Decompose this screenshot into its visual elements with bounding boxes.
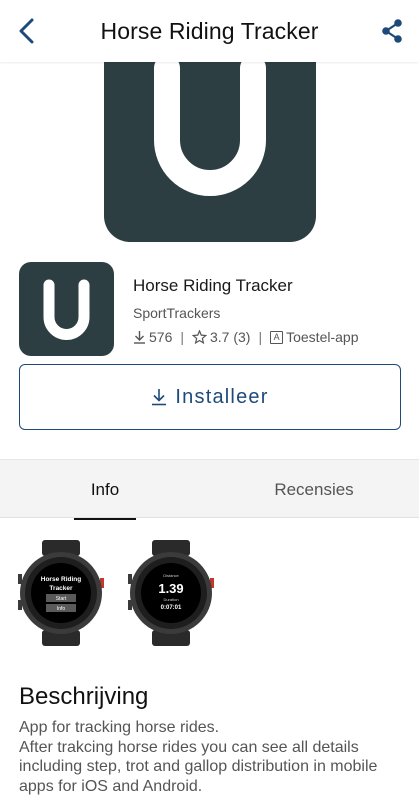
download-icon: [152, 389, 167, 406]
watch-title-line1: Horse Riding: [41, 576, 81, 583]
description-title: Beschrijving: [19, 683, 149, 710]
device-type: Toestel-app: [286, 329, 359, 345]
horseshoe-icon: [43, 279, 90, 340]
app-icon: [19, 262, 114, 356]
separator: |: [180, 329, 184, 345]
horseshoe-icon: [154, 55, 266, 196]
screenshot-watch-stats[interactable]: Distance 1.39 Duration 0:07:01: [128, 538, 214, 648]
rating-value: 3.7 (3): [210, 329, 251, 345]
install-label: Installeer: [175, 385, 269, 408]
download-count: 576: [149, 329, 173, 345]
chevron-left-icon: [19, 18, 34, 44]
watch-info-label: Info: [57, 606, 66, 612]
tab-reviews[interactable]: Recensies: [264, 460, 364, 519]
page-title: Horse Riding Tracker: [100, 17, 319, 44]
app-name: Horse Riding Tracker: [133, 276, 293, 295]
device-badge-icon: A: [270, 330, 284, 344]
download-icon: [133, 330, 146, 344]
screenshot-watch-menu[interactable]: Horse Riding Tracker Start Info: [18, 538, 104, 648]
watch-start-label: Start: [56, 596, 67, 602]
app-developer[interactable]: SportTrackers: [133, 305, 220, 321]
screenshot-gallery: Horse Riding Tracker Start Info Distance…: [18, 538, 218, 648]
top-app-bar: Horse Riding Tracker: [0, 0, 419, 62]
app-summary: Horse Riding Tracker SportTrackers 576 |…: [19, 262, 401, 356]
watch-distance-label: Distance: [163, 573, 179, 578]
app-meta: 576 | 3.7 (3) | A Toestel-app: [133, 329, 359, 345]
install-button[interactable]: Installeer: [19, 364, 401, 430]
share-icon: [382, 19, 402, 43]
star-icon: [192, 330, 207, 344]
watch-distance-value: 1.39: [158, 581, 183, 596]
tab-info[interactable]: Info: [74, 460, 136, 520]
tab-bar: Info Recensies: [0, 459, 419, 520]
watch-duration-value: 0:07:01: [161, 605, 182, 611]
share-button[interactable]: [375, 14, 409, 48]
hero-image: [104, 40, 316, 242]
watch-duration-label: Duration: [163, 597, 178, 602]
description-text: App for tracking horse rides. After trak…: [19, 719, 378, 795]
separator: |: [258, 329, 263, 345]
watch-title-line2: Tracker: [49, 585, 73, 592]
back-button[interactable]: [10, 14, 44, 48]
